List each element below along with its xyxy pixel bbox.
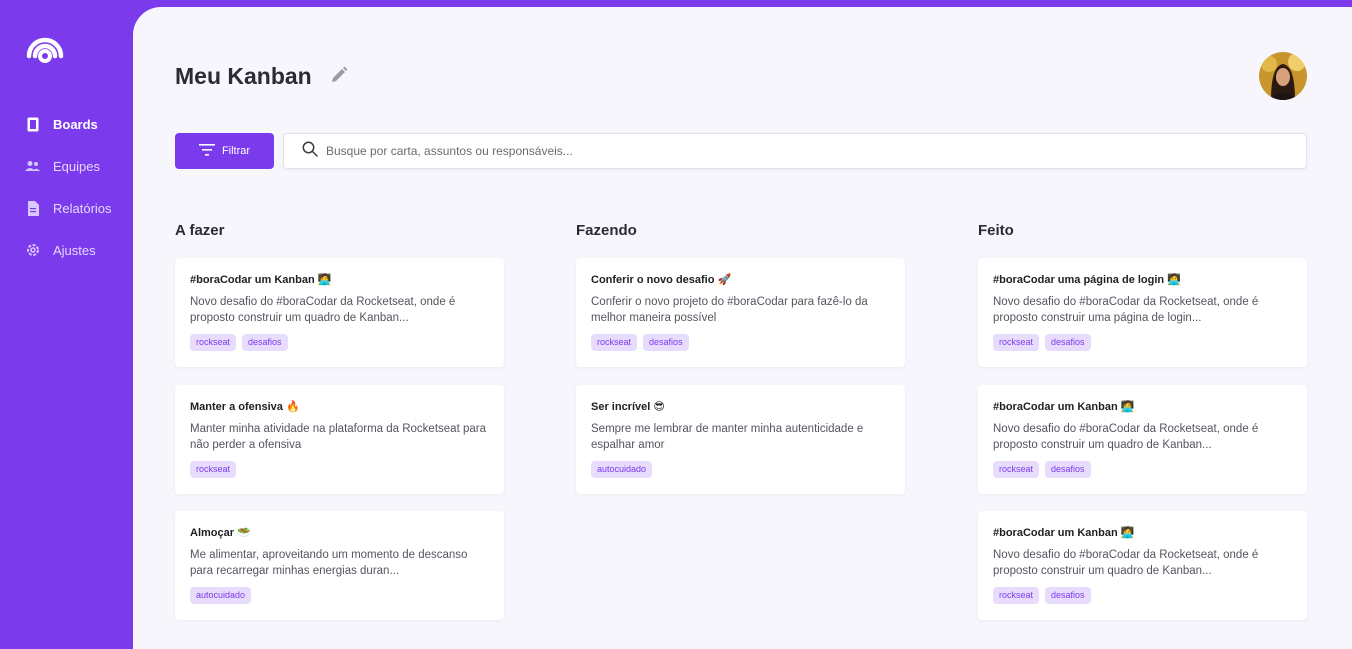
tag[interactable]: rockseat bbox=[190, 334, 237, 351]
tag[interactable]: desafios bbox=[1045, 461, 1091, 478]
card-description: Sempre me lembrar de manter minha autent… bbox=[591, 423, 864, 451]
board-icon bbox=[25, 117, 40, 132]
tag[interactable]: rockseat bbox=[993, 587, 1040, 604]
sidebar-item-label: Boards bbox=[53, 116, 98, 132]
kanban-card[interactable]: #boraCodar uma página de login 🧑‍💻 Novo … bbox=[978, 258, 1307, 367]
pencil-icon[interactable] bbox=[329, 65, 349, 85]
sidebar-item-equipes[interactable]: Equipes bbox=[25, 156, 100, 176]
search-input[interactable] bbox=[326, 144, 1226, 158]
card-title: #boraCodar um Kanban 🧑‍💻 bbox=[993, 527, 1135, 539]
card-description: Novo desafio do #boraCodar da Rocketseat… bbox=[993, 296, 1259, 324]
column-feito: Feito #boraCodar uma página de login 🧑‍💻… bbox=[978, 222, 1307, 620]
card-description: Conferir o novo projeto do #boraCodar pa… bbox=[591, 296, 868, 324]
column-title: A fazer bbox=[175, 222, 225, 239]
column-fazendo: Fazendo Conferir o novo desafio 🚀 Confer… bbox=[576, 222, 905, 494]
tag[interactable]: rockseat bbox=[190, 461, 237, 478]
sidebar-item-label: Ajustes bbox=[53, 242, 96, 258]
sidebar: Boards Equipes Relatórios Ajustes bbox=[0, 0, 133, 649]
gear-icon bbox=[25, 243, 40, 258]
top-accent-bar bbox=[133, 0, 1352, 7]
card-title: Conferir o novo desafio 🚀 bbox=[591, 274, 732, 286]
tag[interactable]: desafios bbox=[1045, 334, 1091, 351]
team-icon bbox=[25, 159, 40, 174]
tag[interactable]: desafios bbox=[643, 334, 689, 351]
column-title: Fazendo bbox=[576, 222, 637, 239]
tag[interactable]: desafios bbox=[242, 334, 288, 351]
card-title: #boraCodar um Kanban 🧑‍💻 bbox=[190, 274, 332, 286]
filter-button[interactable]: Filtrar bbox=[175, 133, 274, 169]
kanban-card[interactable]: Almoçar 🥗 Me alimentar, aproveitando um … bbox=[175, 511, 504, 620]
card-description: Novo desafio do #boraCodar da Rocketseat… bbox=[993, 549, 1259, 577]
tag[interactable]: rockseat bbox=[993, 461, 1040, 478]
logo-icon[interactable] bbox=[25, 26, 65, 68]
card-title: Almoçar 🥗 bbox=[190, 527, 251, 539]
sidebar-item-boards[interactable]: Boards bbox=[25, 114, 98, 134]
column-title: Feito bbox=[978, 222, 1014, 239]
search-icon bbox=[302, 141, 318, 162]
card-description: Manter minha atividade na plataforma da … bbox=[190, 423, 486, 451]
card-title: Manter a ofensiva 🔥 bbox=[190, 401, 300, 413]
sidebar-item-relatorios[interactable]: Relatórios bbox=[25, 198, 112, 218]
card-title: #boraCodar um Kanban 🧑‍💻 bbox=[993, 401, 1135, 413]
kanban-card[interactable]: #boraCodar um Kanban 🧑‍💻 Novo desafio do… bbox=[978, 511, 1307, 620]
tag[interactable]: rockseat bbox=[993, 334, 1040, 351]
filter-icon bbox=[198, 143, 215, 159]
avatar[interactable] bbox=[1259, 52, 1307, 100]
column-a-fazer: A fazer #boraCodar um Kanban 🧑‍💻 Novo de… bbox=[175, 222, 504, 620]
card-description: Novo desafio do #boraCodar da Rocketseat… bbox=[993, 423, 1259, 451]
sidebar-item-ajustes[interactable]: Ajustes bbox=[25, 240, 96, 260]
search-bar bbox=[283, 133, 1307, 169]
filter-label: Filtrar bbox=[221, 145, 251, 157]
sidebar-item-label: Equipes bbox=[53, 158, 100, 174]
kanban-card[interactable]: Conferir o novo desafio 🚀 Conferir o nov… bbox=[576, 258, 905, 367]
tag[interactable]: desafios bbox=[1045, 587, 1091, 604]
sidebar-item-label: Relatórios bbox=[53, 200, 112, 216]
main-content: Meu Kanban Filtrar A fazer #boraCodar um… bbox=[133, 7, 1352, 649]
card-title: Ser incrível 😎 bbox=[591, 401, 665, 413]
kanban-card[interactable]: #boraCodar um Kanban 🧑‍💻 Novo desafio do… bbox=[978, 385, 1307, 494]
kanban-card[interactable]: #boraCodar um Kanban 🧑‍💻 Novo desafio do… bbox=[175, 258, 504, 367]
card-description: Me alimentar, aproveitando um momento de… bbox=[190, 549, 468, 577]
card-description: Novo desafio do #boraCodar da Rocketseat… bbox=[190, 296, 456, 324]
card-title: #boraCodar uma página de login 🧑‍💻 bbox=[993, 274, 1181, 286]
page-title: Meu Kanban bbox=[175, 63, 312, 89]
tag[interactable]: autocuidado bbox=[190, 587, 252, 604]
kanban-card[interactable]: Ser incrível 😎 Sempre me lembrar de mant… bbox=[576, 385, 905, 494]
tag[interactable]: autocuidado bbox=[591, 461, 653, 478]
report-icon bbox=[25, 200, 40, 216]
kanban-card[interactable]: Manter a ofensiva 🔥 Manter minha ativida… bbox=[175, 385, 504, 494]
tag[interactable]: rockseat bbox=[591, 334, 638, 351]
